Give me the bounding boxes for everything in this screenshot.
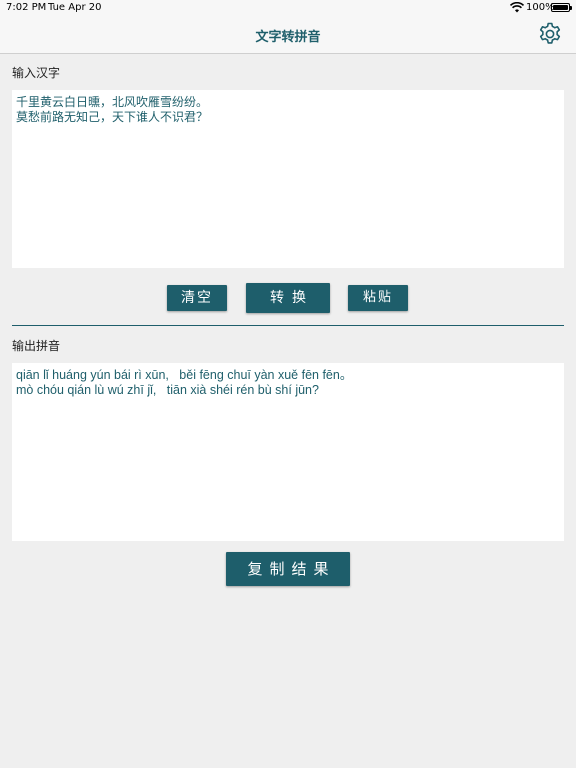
page-title: 文字转拼音 <box>255 30 321 45</box>
wifi-icon <box>510 2 524 13</box>
section-divider <box>12 325 564 326</box>
battery-nub <box>570 6 572 10</box>
convert-button[interactable]: 转换 <box>246 283 330 313</box>
clear-button[interactable]: 清空 <box>167 285 227 311</box>
output-label: 输出拼音 <box>12 339 61 353</box>
gear-icon[interactable] <box>537 21 563 47</box>
paste-button[interactable]: 粘贴 <box>348 285 408 311</box>
status-time: 7:02 PM <box>6 2 47 13</box>
pinyin-output-field[interactable]: qiān lǐ huáng yún bái rì xūn, běi fēng c… <box>12 363 564 541</box>
status-bar: 7:02 PM Tue Apr 20 100% <box>0 0 576 16</box>
input-label: 输入汉字 <box>12 66 61 80</box>
chinese-input-field[interactable]: 千里黄云白日曛，北风吹雁雪纷纷。 莫愁前路无知己，天下谁人不识君？ <box>12 90 564 268</box>
status-date: Tue Apr 20 <box>48 2 102 13</box>
battery-icon <box>551 3 572 12</box>
app-window: 7:02 PM Tue Apr 20 100% 文字转拼音 输入汉字 千里黄云白… <box>0 0 576 768</box>
battery-fill <box>553 5 568 10</box>
copy-result-button[interactable]: 复制结果 <box>226 552 350 586</box>
nav-bar: 文字转拼音 <box>0 16 576 54</box>
